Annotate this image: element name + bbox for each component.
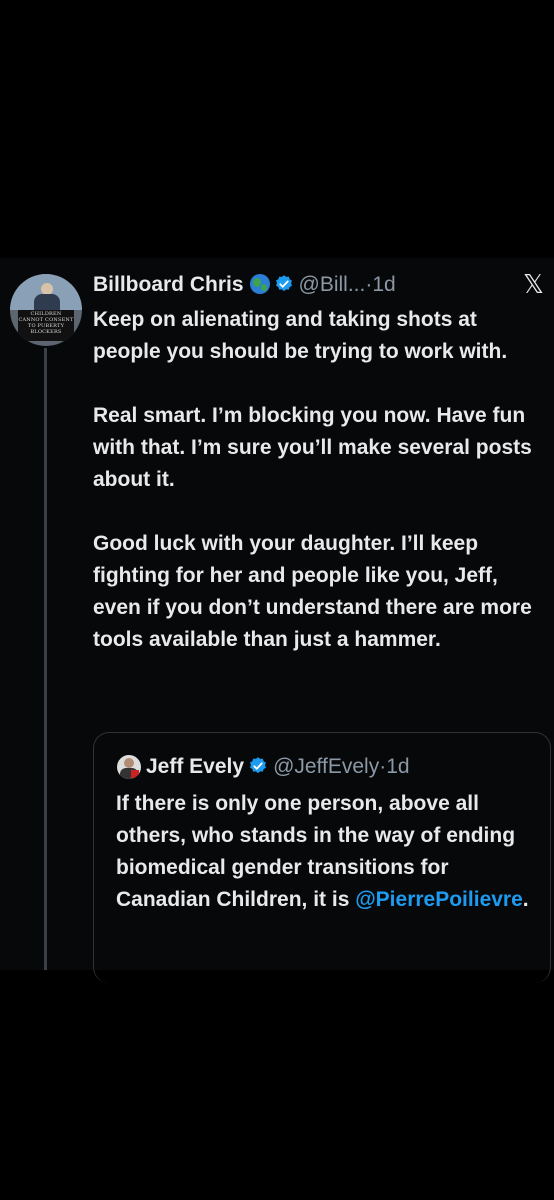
author-avatar[interactable]: CHILDREN CANNOT CONSENT TO PUBERTY BLOCK… — [10, 274, 82, 346]
verified-badge-icon — [250, 757, 266, 774]
tweet-text: Keep on alienating and taking shots at p… — [93, 304, 543, 656]
verified-badge-icon — [275, 275, 292, 292]
tweet-paragraph: Good luck with your daughter. I’ll keep … — [93, 532, 532, 651]
tweet-time[interactable]: 1d — [372, 273, 395, 296]
author-name[interactable]: Billboard Chris — [93, 273, 244, 296]
quote-author-avatar — [117, 755, 141, 779]
mention-link[interactable]: @PierrePoilievre — [355, 888, 523, 911]
quote-text: If there is only one person, above all o… — [116, 788, 536, 916]
bottom-dark-area — [0, 970, 554, 1200]
quote-time[interactable]: 1d — [386, 755, 409, 778]
author-handle[interactable]: @Bill... — [299, 273, 366, 296]
quote-header: Jeff Evely @JeffEvely·1d — [146, 752, 410, 782]
thread-line — [44, 348, 47, 970]
tweet-paragraph: Real smart. I’m blocking you now. Have f… — [93, 404, 532, 491]
tweet-header: Billboard Chris @Bill...·1d — [93, 270, 396, 300]
x-logo-icon[interactable]: 𝕏 — [523, 270, 547, 300]
quote-text-end: . — [522, 888, 529, 911]
quote-author-name[interactable]: Jeff Evely — [146, 755, 244, 778]
top-dark-area — [0, 0, 554, 258]
globe-icon — [249, 274, 270, 294]
avatar-sign: CHILDREN CANNOT CONSENT TO PUBERTY BLOCK… — [18, 310, 74, 341]
quote-author-handle[interactable]: @JeffEvely — [273, 755, 379, 778]
tweet-paragraph: Keep on alienating and taking shots at p… — [93, 308, 508, 363]
